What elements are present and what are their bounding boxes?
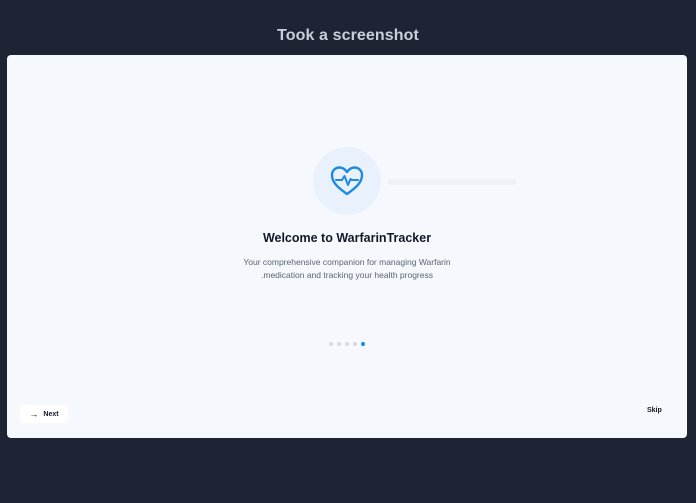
skip-button[interactable]: Skip	[647, 407, 662, 414]
welcome-description: Your comprehensive companion for managin…	[207, 256, 487, 282]
description-line: Your comprehensive companion for managin…	[243, 257, 451, 267]
heart-pulse-icon	[313, 147, 381, 215]
description-line: .medication and tracking your health pro…	[261, 270, 433, 280]
next-button-label: Next	[43, 410, 59, 418]
decorative-bar	[387, 179, 517, 185]
page-dot-5[interactable]	[361, 342, 365, 346]
page-title: Took a screenshot	[277, 27, 419, 44]
page-dot-1[interactable]	[329, 342, 333, 346]
arrow-right-icon: →	[29, 408, 39, 419]
screenshot-view: Took a screenshot Welcome to WarfarinTra…	[0, 0, 696, 503]
page-indicator	[7, 342, 687, 346]
page-dot-3[interactable]	[345, 342, 349, 346]
page-dot-4[interactable]	[353, 342, 357, 346]
next-button[interactable]: → Next	[20, 405, 68, 423]
page-dot-2[interactable]	[337, 342, 341, 346]
welcome-title: Welcome to WarfarinTracker	[262, 231, 432, 245]
onboarding-card: Welcome to WarfarinTracker Your comprehe…	[7, 55, 687, 438]
